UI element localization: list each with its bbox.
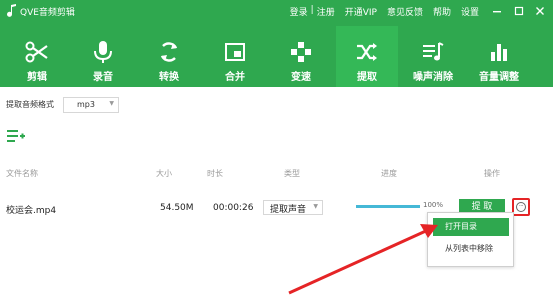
more-button[interactable]: ···: [512, 198, 530, 216]
minimize-icon[interactable]: [490, 4, 504, 18]
header-type: 类型: [284, 169, 300, 178]
type-value: 提取声音: [270, 205, 307, 215]
tool-speed-label: 变速: [291, 72, 311, 83]
tool-noise-label: 噪声消除: [413, 72, 453, 83]
settings-link[interactable]: 设置: [461, 5, 479, 18]
app-title: QVE音频剪辑: [20, 8, 75, 18]
tool-merge-label: 合并: [225, 72, 245, 83]
header-progress: 进度: [381, 169, 397, 178]
tool-cut-label: 剪辑: [27, 72, 47, 83]
login-link[interactable]: 登录: [290, 5, 308, 18]
speed-icon: [291, 42, 311, 62]
register-link[interactable]: 注册: [317, 5, 335, 18]
tool-convert-label: 转换: [159, 72, 179, 83]
close-icon[interactable]: [533, 4, 547, 18]
scissors-icon: [25, 41, 48, 63]
format-select[interactable]: mp3 ▼: [63, 97, 119, 113]
type-select[interactable]: 提取声音 ▼: [263, 200, 323, 215]
help-link[interactable]: 帮助: [433, 5, 451, 18]
more-icon: ···: [516, 202, 526, 212]
progress-percent: 100%: [423, 201, 444, 209]
menu-separator: |: [310, 5, 314, 15]
feedback-link[interactable]: 意见反馈: [387, 5, 423, 18]
tool-record-label: 录音: [93, 72, 113, 83]
main-toolbar: 剪辑 录音 转换 合并 变速 提取 噪声消除 音量调整: [0, 26, 553, 87]
menu-item-remove-from-list[interactable]: 从列表中移除: [433, 240, 509, 258]
volume-bars-icon: [491, 44, 507, 61]
tool-merge[interactable]: 合并: [204, 32, 266, 87]
more-dropdown-menu: 打开目录 从列表中移除: [427, 212, 514, 267]
progress-fill: [356, 205, 420, 208]
maximize-icon[interactable]: [512, 4, 526, 18]
tool-convert[interactable]: 转换: [138, 32, 200, 87]
tool-speed[interactable]: 变速: [270, 32, 332, 87]
microphone-icon: [94, 41, 112, 63]
music-note-icon: [7, 4, 16, 17]
shuffle-icon: [357, 43, 377, 61]
tool-volume[interactable]: 音量调整: [468, 32, 530, 87]
progress-bar: [356, 205, 420, 208]
add-list-icon[interactable]: [6, 128, 26, 144]
chevron-down-icon: ▼: [313, 203, 318, 210]
tool-record[interactable]: 录音: [72, 32, 134, 87]
file-size: 54.50M: [160, 203, 194, 213]
header-filename: 文件名称: [6, 169, 38, 178]
tool-volume-label: 音量调整: [479, 72, 519, 83]
convert-icon: [160, 42, 178, 62]
file-name: 校运会.mp4: [6, 206, 57, 216]
vip-link[interactable]: 开通VIP: [345, 5, 377, 18]
noise-icon: [423, 42, 444, 61]
menu-item-open-folder[interactable]: 打开目录: [433, 218, 509, 236]
title-bar: QVE音频剪辑 登录 | 注册 开通VIP 意见反馈 帮助 设置: [0, 0, 553, 22]
tool-noise[interactable]: 噪声消除: [402, 32, 464, 87]
format-label: 提取音频格式: [6, 100, 54, 109]
header-action: 操作: [484, 169, 500, 178]
app-header: QVE音频剪辑 登录 | 注册 开通VIP 意见反馈 帮助 设置 剪辑 录音 转…: [0, 0, 553, 87]
header-size: 大小: [156, 169, 172, 178]
file-duration: 00:00:26: [213, 203, 254, 213]
format-value: mp3: [77, 100, 95, 109]
header-duration: 时长: [207, 169, 223, 178]
top-menu: 登录 | 注册 开通VIP 意见反馈 帮助 设置: [280, 5, 479, 18]
tool-cut[interactable]: 剪辑: [6, 32, 68, 87]
chevron-down-icon: ▼: [109, 100, 114, 107]
tool-extract-label: 提取: [357, 72, 377, 83]
tool-extract[interactable]: 提取: [336, 26, 398, 87]
merge-icon: [225, 43, 245, 61]
